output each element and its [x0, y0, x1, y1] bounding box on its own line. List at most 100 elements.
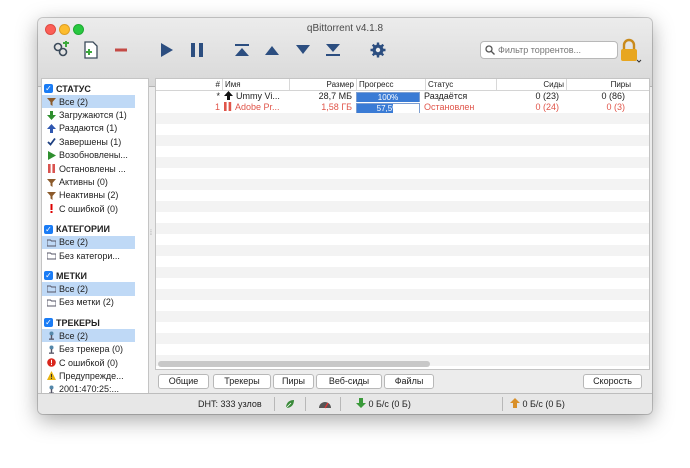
torrent-name: Ummy Vi... [236, 91, 280, 101]
splitter-handle[interactable]: ⁞ [150, 230, 152, 237]
options-button[interactable] [368, 40, 388, 60]
resume-button[interactable] [156, 40, 176, 60]
empty-row [156, 157, 649, 168]
cell-num: * [216, 91, 220, 101]
empty-row [156, 278, 649, 289]
col-num-header[interactable]: # [156, 79, 223, 90]
sidebar-item[interactable]: Загружаются (1) [42, 108, 148, 121]
upload-arrow-icon [47, 123, 56, 133]
empty-row [156, 223, 649, 234]
pause-button[interactable] [187, 40, 207, 60]
sidebar-item[interactable]: Остановлены ... [42, 162, 148, 175]
pause-icon [191, 43, 203, 57]
col-status-header[interactable]: Статус [426, 79, 497, 90]
warning-icon [47, 371, 56, 381]
folder-icon [47, 238, 56, 247]
section-status-header[interactable]: ✓ СТАТУС [42, 82, 148, 95]
torrent-name: Adobe Pr... [235, 102, 280, 112]
add-link-button[interactable] [51, 40, 71, 60]
upload-speed[interactable]: 0 Б/с (0 Б) [510, 394, 565, 414]
checkbox-icon[interactable]: ✓ [44, 271, 53, 281]
connection-status-button[interactable] [284, 394, 296, 414]
col-peers-header[interactable]: Пиры [567, 79, 633, 90]
tracker-icon [47, 345, 56, 354]
sidebar-item[interactable]: Без метки (2) [42, 296, 148, 309]
sidebar-item[interactable]: Без категори... [42, 249, 148, 262]
checkmark-icon [47, 137, 56, 147]
sidebar-item-label: Все (2) [59, 283, 89, 294]
cell-seeds: 0 (24) [535, 102, 559, 112]
sidebar-item[interactable]: Активны (0) [42, 175, 148, 188]
cell-progress: 57,5% [354, 102, 422, 113]
speed-button[interactable]: Скорость [583, 374, 642, 389]
section-categories-header[interactable]: ✓ КАТЕГОРИИ [42, 223, 148, 236]
sidebar-item[interactable]: Неактивны (2) [42, 189, 148, 202]
sidebar: ✓ СТАТУС Все (2) Загружаются (1) Раздаются (… [41, 78, 149, 403]
sidebar-item[interactable]: Все (2) [42, 95, 135, 109]
sidebar-item[interactable]: Возобновлены... [42, 149, 148, 162]
lock-button[interactable] [618, 38, 642, 66]
sidebar-item-label: Все (2) [59, 330, 89, 341]
tab-trackers[interactable]: Трекеры [213, 374, 271, 389]
table-row[interactable]: * Ummy Vi... 28,7 МБ 100% Раздаётся 0 (23) 0 (… [156, 91, 649, 102]
sidebar-item[interactable]: С ошибкой (0) [42, 356, 148, 369]
checkbox-icon[interactable]: ✓ [44, 84, 53, 93]
sidebar-item[interactable]: Без трекера (0) [42, 342, 148, 355]
cell-num: 1 [214, 102, 220, 112]
col-seeds-header[interactable]: Сиды [497, 79, 567, 90]
sidebar-item[interactable]: Предупрежде... [42, 369, 148, 382]
remove-icon [115, 48, 127, 52]
alt-speed-button[interactable] [318, 394, 332, 414]
add-file-icon [84, 41, 98, 59]
move-top-button[interactable] [232, 40, 252, 60]
sidebar-item-label: Без категори... [59, 250, 120, 261]
sidebar-item-label: Все (2) [59, 96, 89, 107]
move-up-button[interactable] [262, 40, 282, 60]
add-link-icon [53, 41, 69, 57]
move-down-button[interactable] [293, 40, 313, 60]
move-top-icon [235, 44, 249, 56]
tracker-icon [47, 331, 56, 341]
sidebar-item[interactable]: С ошибкой (0) [42, 202, 148, 215]
empty-row [156, 146, 649, 157]
checkbox-icon[interactable]: ✓ [44, 318, 53, 328]
sidebar-item[interactable]: Завершены (1) [42, 135, 148, 148]
torrent-filter-search[interactable] [480, 41, 618, 59]
empty-row [156, 311, 649, 322]
table-row[interactable]: 1 Adobe Pr... 1,58 ГБ 57,5% Остановлен 0 (24)… [156, 102, 649, 113]
progress-bar: 57,5% [356, 103, 420, 113]
col-progress-header[interactable]: Прогресс [357, 79, 426, 90]
sidebar-item-label: Возобновлены... [59, 150, 128, 161]
download-speed[interactable]: 0 Б/с (0 Б) [356, 394, 411, 414]
remove-button[interactable] [111, 40, 131, 60]
col-name-header[interactable]: Имя [223, 79, 290, 90]
status-divider [340, 397, 341, 411]
empty-row [156, 289, 649, 300]
section-trackers-header[interactable]: ✓ ТРЕКЕРЫ [42, 316, 148, 329]
empty-row [156, 212, 649, 223]
cell-size: 1,58 ГБ [321, 102, 352, 112]
upload-arrow-icon [510, 398, 520, 408]
col-size-header[interactable]: Размер [290, 79, 357, 90]
empty-row [156, 267, 649, 278]
section-title: КАТЕГОРИИ [56, 224, 110, 235]
tab-files[interactable]: Файлы [384, 374, 434, 389]
section-title: МЕТКИ [56, 270, 87, 281]
cell-status: Остановлен [424, 102, 475, 112]
horizontal-scrollbar[interactable] [158, 361, 430, 367]
tab-general[interactable]: Общие [158, 374, 209, 389]
sidebar-item[interactable]: Все (2) [42, 282, 135, 296]
folder-icon [47, 251, 56, 260]
sidebar-item[interactable]: Раздаются (1) [42, 122, 148, 135]
tab-webseeds[interactable]: Веб-сиды [316, 374, 382, 389]
search-input[interactable] [496, 45, 608, 55]
sidebar-item[interactable]: Все (2) [42, 235, 135, 249]
move-bottom-button[interactable] [323, 40, 343, 60]
speedometer-icon [319, 402, 331, 409]
search-icon [485, 45, 495, 55]
section-tags-header[interactable]: ✓ МЕТКИ [42, 269, 148, 282]
checkbox-icon[interactable]: ✓ [44, 224, 53, 234]
sidebar-item[interactable]: Все (2) [42, 329, 135, 343]
tab-peers[interactable]: Пиры [273, 374, 314, 389]
add-file-button[interactable] [81, 40, 101, 60]
